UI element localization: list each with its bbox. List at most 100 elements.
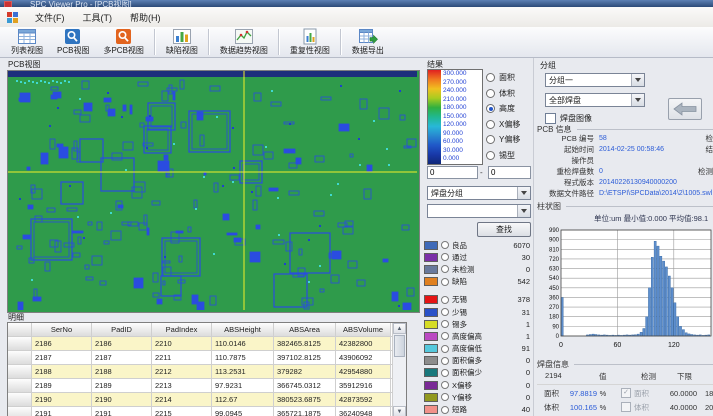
range-to-input[interactable] [488,166,531,179]
pcb-info-rows: PCB 编号58检起始时间2014-02-25 00:58:46结操作员重检焊盘… [537,133,713,199]
checkbox-box [621,402,631,412]
legend-row-13[interactable]: 短路40 [424,403,532,415]
legend-radio-icon[interactable] [441,381,449,389]
radio-height[interactable]: 高度 [486,101,532,117]
legend-row-11[interactable]: X偏移0 [424,379,532,391]
pad-info-row-unit: % [597,403,609,412]
legend-row-12[interactable]: Y偏移0 [424,391,532,403]
legend-row-9[interactable]: 面积偏多0 [424,355,532,367]
legend-row-10[interactable]: 面积偏少0 [424,367,532,379]
legend-radio-icon[interactable] [441,393,449,401]
radio-y-offset[interactable]: Y偏移 [486,132,532,148]
table-row[interactable]: 218721872211110.7875397102.812543906092 [8,351,406,365]
pad-info-row: 体积100.165%体积40.0000200. [537,400,713,414]
pad-info-section: 焊盘信息 [537,359,713,370]
pcb-info-label: 操作员 [537,155,594,166]
pcb-info-label: 程式版本 [537,177,594,188]
legend-row-8[interactable]: 高度偏低91 [424,343,532,355]
toolbar-button-pcb-view[interactable]: PCB视图 [50,27,96,57]
legend-radio-icon[interactable] [441,369,449,377]
legend-row-2[interactable]: 未检测0 [424,263,532,275]
pad-group-dropdown[interactable]: 焊盘分组 [427,186,531,200]
legend-radio-icon[interactable] [441,320,449,328]
legend-label: 无锡 [452,294,517,305]
color-scale: 300.000270.000240.000210.000180.000150.0… [427,69,483,165]
pad-info-upper-limit: 180. [697,389,713,398]
find-button[interactable]: 查找 [477,222,531,237]
toolbar-button-defect-view[interactable]: 缺陷视图 [159,27,205,57]
title-bar[interactable]: SPC Viewer Pro - [PCB视图] [0,0,713,7]
scroll-up-icon[interactable]: ▲ [393,323,406,334]
table-row[interactable]: 218821882212113.253137928242954880 [8,365,406,379]
menu-help[interactable]: 帮助(H) [121,9,170,26]
legend-radio-icon[interactable] [441,265,449,273]
range-from-input[interactable] [427,166,478,179]
radio-area[interactable]: 面积 [486,70,532,86]
radio-shape[interactable]: 锡型 [486,148,532,164]
legend-row-6[interactable]: 锡多1 [424,318,532,330]
menu-file[interactable]: 文件(F) [26,9,74,26]
table-row[interactable]: 21892189221397.9231366745.031235912916 [8,379,406,393]
scroll-down-icon[interactable]: ▼ [393,406,406,416]
column-header-serno[interactable]: SerNo [32,323,92,336]
legend-radio-icon[interactable] [441,332,449,340]
pad-filter-dropdown[interactable]: 全部焊盘 [545,93,645,107]
menu-tools[interactable]: 工具(T) [74,9,122,26]
pad-info-row-unit: % [597,389,609,398]
legend-row-0[interactable]: 良品6070 [424,239,532,251]
table-row[interactable]: 218621862210110.0146382465.812542382800 [8,337,406,351]
table-cell: 382465.8125 [274,337,336,350]
column-header-absvolume[interactable]: ABSVolume [336,323,391,336]
legend-radio-icon[interactable] [441,406,449,414]
pcb-search-icon [63,28,83,45]
legend-label: 通过 [452,252,522,263]
radio-volume[interactable]: 体积 [486,86,532,102]
pad-image-checkbox[interactable]: 焊盘图像 [545,113,592,124]
legend-row-5[interactable]: 少锡31 [424,306,532,318]
scrollbar-thumb[interactable] [394,335,405,357]
legend-radio-icon[interactable] [441,357,449,365]
legend-count: 0 [526,265,532,274]
color-scale-value: 90.000 [441,130,482,139]
checkbox-label: 面积 [634,388,649,399]
legend-row-4[interactable]: 无锡378 [424,294,532,306]
secondary-dropdown[interactable] [427,204,531,218]
radio-label: 面积 [499,72,515,83]
column-header-absheight[interactable]: ABSHeight [212,323,274,336]
column-header-absarea[interactable]: ABSArea [274,323,336,336]
toolbar-button-repeat-view[interactable]: 重复性视图 [283,27,337,57]
legend-color-swatch [424,368,438,377]
toolbar-separator [208,29,210,55]
pcb-info-row: 起始时间2014-02-25 00:58:46结 [537,144,713,155]
histogram-section: 柱状图 [537,201,713,212]
pad-info-row-label: 体积 [537,402,559,413]
table-cell: 2187 [92,351,152,364]
table-cell: 2190 [32,393,92,406]
legend-radio-icon[interactable] [441,345,449,353]
toolbar-button-multi-pcb[interactable]: 多PCB视图 [96,27,150,57]
toolbar-button-list-view[interactable]: 列表视图 [4,27,50,57]
color-scale-values: 300.000270.000240.000210.000180.000150.0… [441,70,482,164]
legend-row-1[interactable]: 通过30 [424,251,532,263]
legend-row-3[interactable]: 缺陷542 [424,276,532,288]
legend-radio-icon[interactable] [441,241,449,249]
table-row[interactable]: 219021902214112.67380523.687542873592 [8,393,406,407]
pcb-view-canvas[interactable] [7,70,420,313]
table-cell: 42873592 [336,393,391,406]
toolbar-separator [278,29,280,55]
radio-x-offset[interactable]: X偏移 [486,117,532,133]
group-select-dropdown[interactable]: 分组一 [545,73,645,87]
legend-radio-icon[interactable] [441,296,449,304]
toolbar-button-export[interactable]: 数据导出 [345,27,391,57]
toolbar-button-label: 多PCB视图 [103,45,143,56]
column-header-padid[interactable]: PadID [92,323,152,336]
toolbar-button-trend-view[interactable]: 数据趋势视图 [213,27,275,57]
table-row[interactable]: 21912191221599.0945365721.187536240948 [8,407,406,416]
legend-radio-icon[interactable] [441,253,449,261]
legend-radio-icon[interactable] [441,308,449,316]
legend-row-7[interactable]: 高度偏高1 [424,330,532,342]
column-header-padindex[interactable]: PadIndex [152,323,212,336]
back-button[interactable] [668,98,702,120]
legend-radio-icon[interactable] [441,278,449,286]
table-scrollbar[interactable]: ▲▼ [392,323,406,416]
